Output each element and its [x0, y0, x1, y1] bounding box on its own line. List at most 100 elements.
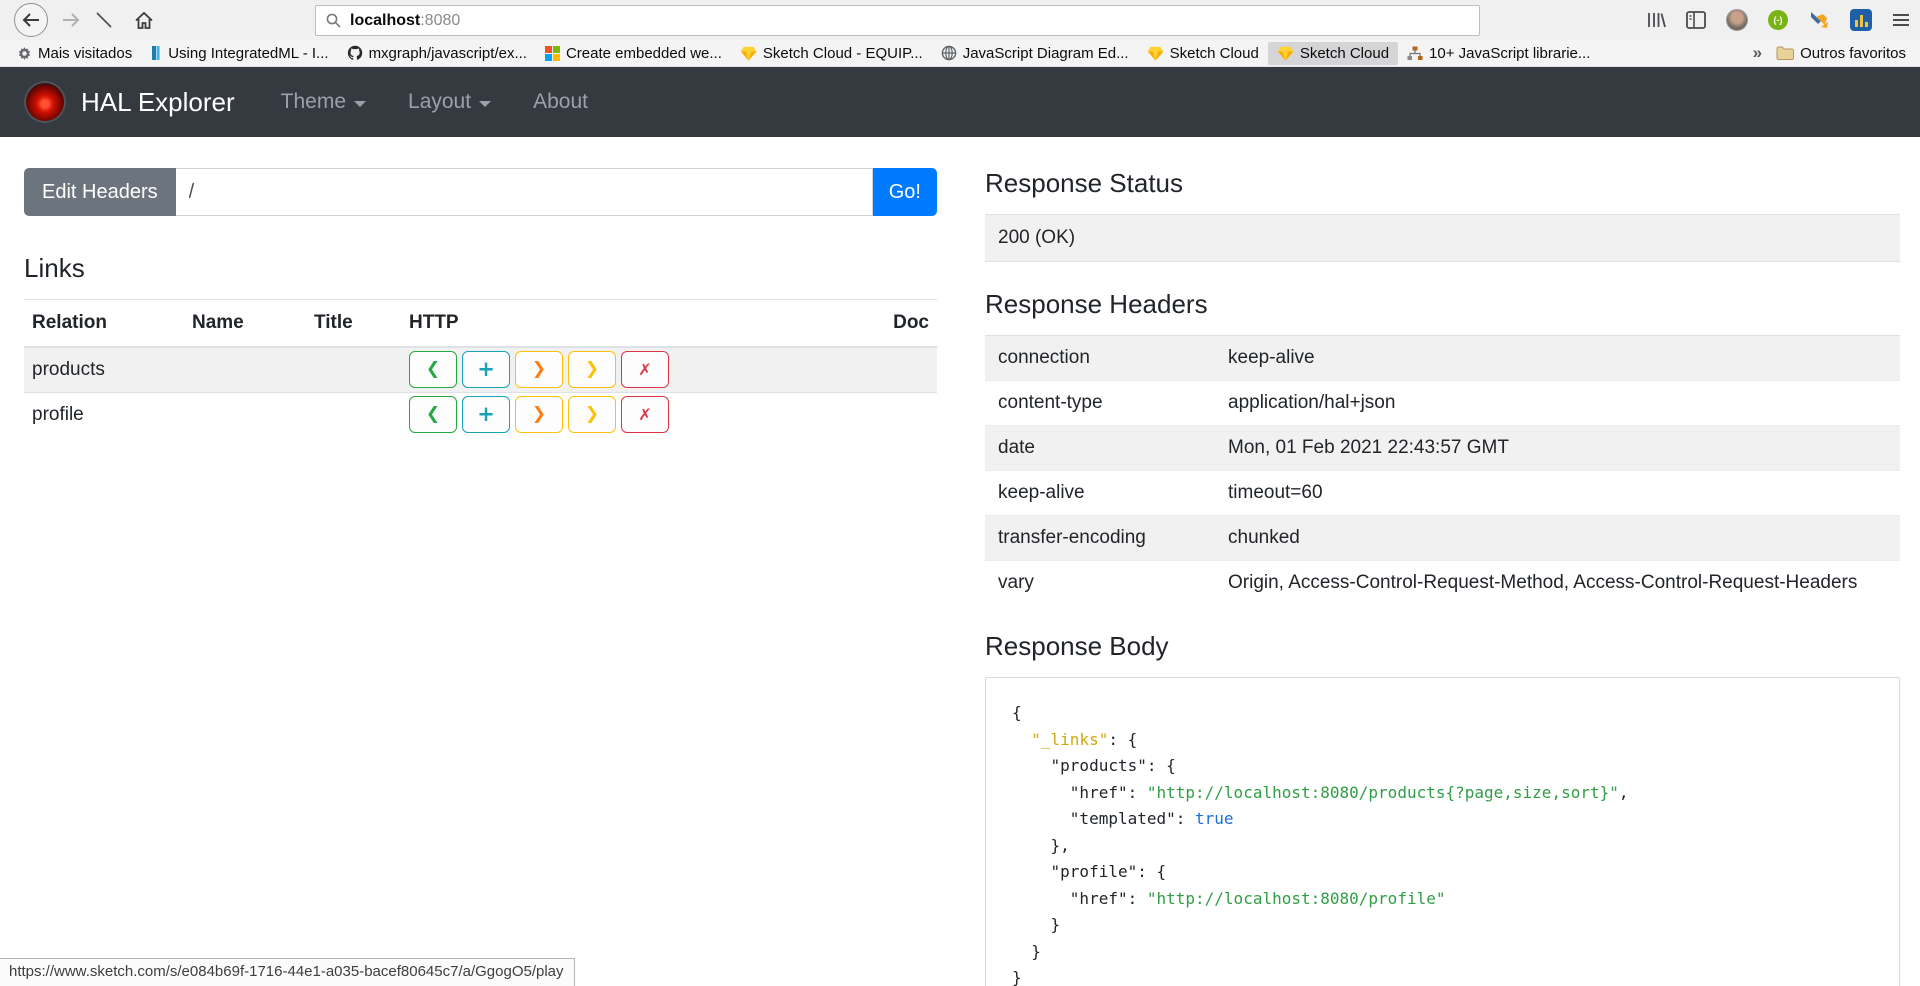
- sidebar-toggle-button[interactable]: [1686, 11, 1706, 29]
- relation-cell: products: [24, 347, 184, 392]
- library-icon: [1646, 11, 1666, 29]
- http-put-button[interactable]: ❯: [515, 396, 563, 433]
- http-put-button[interactable]: ❯: [515, 351, 563, 388]
- response-body-code: { "_links": { "products": { "href": "htt…: [1012, 700, 1873, 986]
- book-icon: [150, 45, 162, 61]
- address-bar[interactable]: localhost:8080: [315, 5, 1480, 36]
- doc-cell: [877, 347, 937, 392]
- links-table: Relation Name Title HTTP Doc products❮+❯…: [24, 299, 937, 437]
- response-header-row: transfer-encodingchunked: [985, 516, 1900, 561]
- sketch-icon: [740, 46, 757, 61]
- response-status-value: 200 (OK): [985, 214, 1900, 262]
- code-line: }: [1012, 965, 1873, 986]
- analytics-extension-icon[interactable]: [1850, 9, 1872, 31]
- relation-cell: profile: [24, 392, 184, 437]
- code-line: {: [1012, 700, 1873, 727]
- response-body-title: Response Body: [985, 631, 1900, 662]
- code-line: },: [1012, 833, 1873, 860]
- sketch-icon: [1147, 46, 1164, 61]
- home-icon: [134, 11, 154, 30]
- column-http: HTTP: [401, 300, 877, 348]
- profile-avatar[interactable]: [1726, 9, 1748, 31]
- menu-button[interactable]: [1892, 13, 1910, 27]
- header-value: chunked: [1215, 516, 1900, 561]
- http-delete-button[interactable]: ✗: [621, 396, 669, 433]
- menu-about[interactable]: About: [533, 90, 588, 114]
- app-title[interactable]: HAL Explorer: [81, 87, 235, 118]
- http-patch-button[interactable]: ❯: [568, 351, 616, 388]
- response-headers-body: connection keep-alive content-typeapplicat…: [985, 336, 1900, 606]
- header-name: connection: [985, 336, 1215, 381]
- bookmark-label: Using IntegratedML - I...: [168, 45, 328, 62]
- globe-icon: [941, 45, 957, 61]
- column-doc: Doc: [877, 300, 937, 348]
- back-button[interactable]: [14, 3, 48, 37]
- code-line: }: [1012, 912, 1873, 939]
- code-line: }: [1012, 939, 1873, 966]
- http-post-button[interactable]: +: [462, 351, 510, 388]
- link-row: profile❮+❯❯✗: [24, 392, 937, 437]
- http-cell: ❮+❯❯✗: [401, 392, 877, 437]
- bookmark-label: Create embedded we...: [566, 45, 722, 62]
- http-patch-button[interactable]: ❯: [568, 396, 616, 433]
- bookmark-item[interactable]: Sketch Cloud: [1268, 42, 1398, 65]
- doc-cell: [877, 392, 937, 437]
- go-button[interactable]: Go!: [873, 168, 937, 216]
- header-name: content-type: [985, 381, 1215, 426]
- column-relation: Relation: [24, 300, 184, 348]
- response-headers-title: Response Headers: [985, 289, 1900, 320]
- forward-button[interactable]: [62, 12, 80, 28]
- hal-logo-icon[interactable]: [26, 83, 64, 121]
- bookmark-label: Sketch Cloud: [1170, 45, 1259, 62]
- response-headers-table: connection keep-alive content-typeapplicat…: [985, 335, 1900, 605]
- header-name: keep-alive: [985, 471, 1215, 516]
- edit-headers-button[interactable]: Edit Headers: [24, 168, 176, 216]
- header-value: Mon, 01 Feb 2021 22:43:57 GMT: [1215, 426, 1900, 471]
- code-line: "_links": {: [1012, 727, 1873, 754]
- bookmark-label: mxgraph/javascript/ex...: [369, 45, 527, 62]
- link-status-tooltip: https://www.sketch.com/s/e084b69f-1716-4…: [0, 958, 575, 986]
- response-header-row: keep-alivetimeout=60: [985, 471, 1900, 516]
- bookmarks-overflow-button[interactable]: »: [1753, 43, 1760, 63]
- menu-layout[interactable]: Layout: [408, 90, 491, 114]
- library-button[interactable]: [1646, 11, 1666, 29]
- bookmark-item[interactable]: mxgraph/javascript/ex...: [338, 42, 536, 65]
- bookmark-item[interactable]: Create embedded we...: [536, 42, 731, 65]
- bookmark-item[interactable]: Mais visitados: [8, 42, 141, 65]
- title-cell: [306, 347, 401, 392]
- bookmark-item[interactable]: 10+ JavaScript librarie...: [1398, 42, 1599, 65]
- bookmark-item[interactable]: Using IntegratedML - I...: [141, 42, 337, 65]
- bookmark-label: 10+ JavaScript librarie...: [1429, 45, 1590, 62]
- home-button[interactable]: [134, 11, 154, 30]
- header-value: application/hal+json: [1215, 381, 1900, 426]
- bookmarks-bar: Mais visitados Using IntegratedML - I... m…: [0, 40, 1920, 67]
- browser-toolbar: localhost:8080 (-): [0, 0, 1920, 40]
- menu-theme[interactable]: Theme: [281, 90, 366, 114]
- bookmark-item[interactable]: Sketch Cloud - EQUIP...: [731, 42, 932, 65]
- other-favorites-folder[interactable]: Outros favoritos: [1774, 42, 1908, 65]
- bookmark-label: Mais visitados: [38, 45, 132, 62]
- name-cell: [184, 347, 306, 392]
- microsoft-icon: [545, 46, 560, 61]
- title-cell: [306, 392, 401, 437]
- extension-green-icon[interactable]: (-): [1768, 10, 1788, 30]
- code-line: "href": "http://localhost:8080/products{…: [1012, 780, 1873, 807]
- bookmark-label: Sketch Cloud - EQUIP...: [763, 45, 923, 62]
- http-get-button[interactable]: ❮: [409, 396, 457, 433]
- http-post-button[interactable]: +: [462, 396, 510, 433]
- sidebar-icon: [1686, 11, 1706, 29]
- bookmark-label: JavaScript Diagram Ed...: [963, 45, 1129, 62]
- response-header-row: content-typeapplication/hal+json: [985, 381, 1900, 426]
- column-title: Title: [306, 300, 401, 348]
- extension-arrow-button[interactable]: [1808, 9, 1830, 31]
- bookmark-item[interactable]: JavaScript Diagram Ed...: [932, 42, 1138, 65]
- url-text: localhost:8080: [350, 12, 460, 30]
- bookmark-label: Sketch Cloud: [1300, 45, 1389, 62]
- gear-icon: [17, 46, 32, 61]
- http-delete-button[interactable]: ✗: [621, 351, 669, 388]
- http-get-button[interactable]: ❮: [409, 351, 457, 388]
- response-body-box: { "_links": { "products": { "href": "htt…: [985, 677, 1900, 986]
- bookmark-item[interactable]: Sketch Cloud: [1138, 42, 1268, 65]
- reload-button[interactable]: [94, 10, 114, 30]
- uri-input[interactable]: [176, 168, 873, 216]
